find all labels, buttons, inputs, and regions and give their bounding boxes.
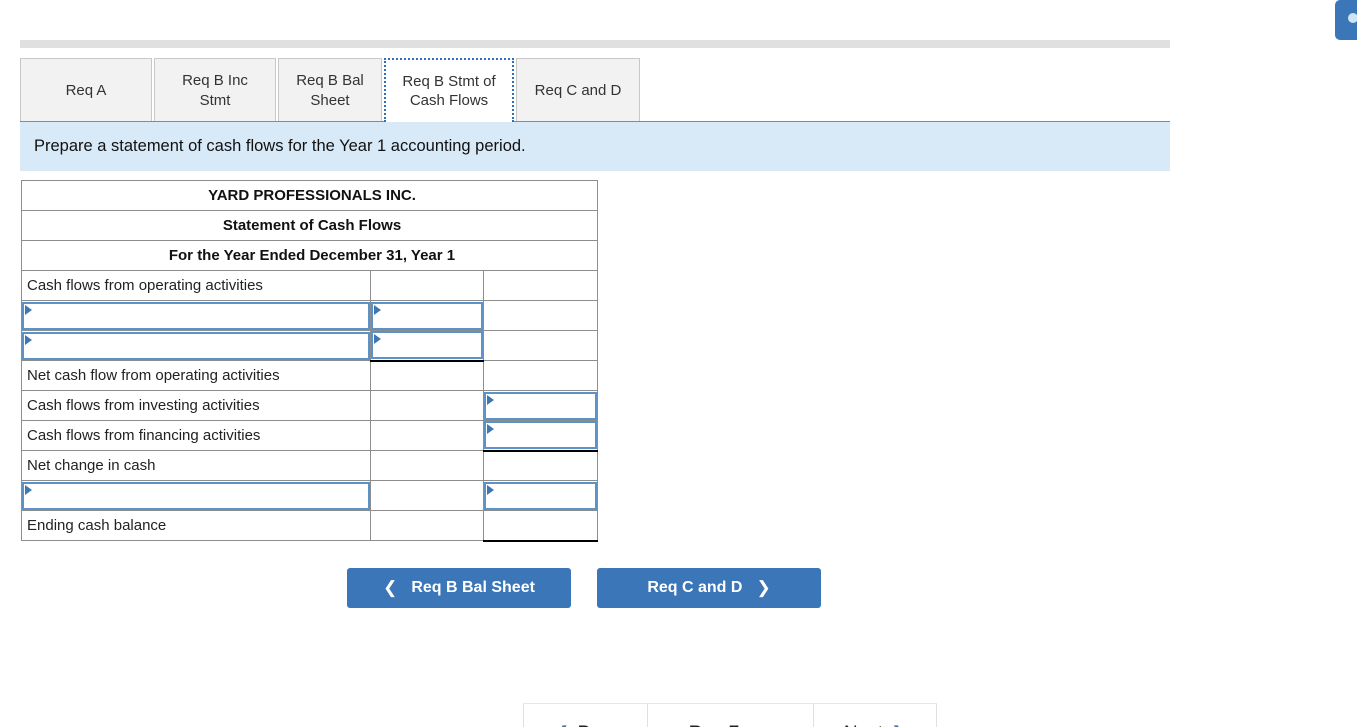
tab-label: Req C and D xyxy=(534,81,622,99)
instruction-text: Prepare a statement of cash flows for th… xyxy=(34,137,526,155)
row-label: Cash flows from investing activities xyxy=(21,390,371,421)
account-select-input[interactable] xyxy=(22,301,370,330)
row-amount-col-a xyxy=(370,420,484,451)
statement-name: Statement of Cash Flows xyxy=(21,210,598,241)
amount-input[interactable] xyxy=(371,331,483,360)
prev-requirement-label: Req B Bal Sheet xyxy=(411,579,535,596)
next-requirement-label: Req C and D xyxy=(647,579,743,596)
dropdown-triangle-icon xyxy=(487,424,494,435)
tab-label: Req A xyxy=(65,81,107,99)
tab-label: Req B Inc Stmt xyxy=(182,72,248,109)
row-amount-col-a xyxy=(370,480,484,511)
pager-current-label: Req 7 xyxy=(689,723,740,727)
row-amount-col-b xyxy=(483,330,598,361)
row-amount-col-b xyxy=(483,450,598,481)
blue-tab-handle[interactable] xyxy=(1335,0,1357,40)
requirement-navigation: ❮ Req B Bal Sheet Req C and D ❯ xyxy=(347,568,821,608)
row-amount-col-a xyxy=(370,510,484,541)
tab-req-a[interactable]: Req A xyxy=(20,58,152,122)
pager-prev-label: Prev xyxy=(578,723,617,727)
amount-input[interactable] xyxy=(371,301,483,330)
row-amount-col-b-cell xyxy=(483,390,598,421)
row-amount-col-a xyxy=(370,360,484,391)
row-label-cell xyxy=(21,300,371,331)
table-row xyxy=(21,480,598,511)
dropdown-triangle-icon xyxy=(374,334,381,345)
sheet-subtitle-row: Statement of Cash Flows xyxy=(21,210,598,241)
row-amount-col-b xyxy=(483,270,598,301)
instruction-banner: Prepare a statement of cash flows for th… xyxy=(20,121,1170,171)
chevron-right-icon: ❯ xyxy=(756,578,771,597)
cash-flow-worksheet: YARD PROFESSIONALS INC. Statement of Cas… xyxy=(21,180,598,542)
table-row: Ending cash balance xyxy=(21,510,598,542)
chevron-left-icon: ❮ xyxy=(383,578,398,597)
dropdown-triangle-icon xyxy=(487,484,494,495)
dropdown-triangle-icon xyxy=(25,334,32,345)
row-label: Ending cash balance xyxy=(21,510,371,541)
row-label: Cash flows from financing activities xyxy=(21,420,371,451)
sheet-title-row: YARD PROFESSIONALS INC. xyxy=(21,180,598,211)
row-amount-col-b xyxy=(483,300,598,331)
top-divider-bar xyxy=(20,40,1170,48)
sheet-period-row: For the Year Ended December 31, Year 1 xyxy=(21,240,598,271)
amount-input[interactable] xyxy=(484,481,597,510)
requirement-tabs: Req A Req B Inc Stmt Req B Bal Sheet Req… xyxy=(20,58,640,122)
amount-input[interactable] xyxy=(484,421,597,450)
bottom-pager: ❮ Prev Req 7 Next ❯ xyxy=(0,703,1357,727)
pager-prev-button[interactable]: ❮ Prev xyxy=(523,703,647,727)
row-amount-col-a-cell xyxy=(370,330,484,362)
table-row: Net cash flow from operating activities xyxy=(21,360,598,391)
blue-tab-handle-dot xyxy=(1348,13,1357,23)
row-label: Net change in cash xyxy=(21,450,371,481)
amount-input[interactable] xyxy=(484,391,597,420)
chevron-left-icon: ❮ xyxy=(554,723,569,727)
table-row: Cash flows from financing activities xyxy=(21,420,598,452)
row-amount-col-b xyxy=(483,360,598,391)
row-amount-col-a xyxy=(370,450,484,481)
table-row xyxy=(21,330,598,362)
tab-req-b-bal-sheet[interactable]: Req B Bal Sheet xyxy=(278,58,382,122)
bottom-pager-inner: ❮ Prev Req 7 Next ❯ xyxy=(523,703,937,727)
account-select-input[interactable] xyxy=(22,331,370,360)
statement-period: For the Year Ended December 31, Year 1 xyxy=(21,240,598,271)
chevron-right-icon: ❯ xyxy=(891,723,906,727)
row-label-cell xyxy=(21,480,371,511)
prev-requirement-button[interactable]: ❮ Req B Bal Sheet xyxy=(347,568,571,608)
account-select-input[interactable] xyxy=(22,481,370,510)
company-name: YARD PROFESSIONALS INC. xyxy=(21,180,598,211)
row-amount-col-a xyxy=(370,270,484,301)
tab-req-c-and-d[interactable]: Req C and D xyxy=(516,58,640,122)
tab-label: Req B Bal Sheet xyxy=(296,72,364,109)
tab-req-b-stmt-of-cash-flows[interactable]: Req B Stmt of Cash Flows xyxy=(384,58,514,122)
row-label: Cash flows from operating activities xyxy=(21,270,371,301)
pager-next-button[interactable]: Next ❯ xyxy=(813,703,937,727)
dropdown-triangle-icon xyxy=(374,304,381,315)
dropdown-triangle-icon xyxy=(487,394,494,405)
tab-label: Req B Stmt of Cash Flows xyxy=(402,72,496,110)
row-amount-col-a-cell xyxy=(370,300,484,331)
row-label-cell xyxy=(21,330,371,361)
tab-req-b-inc-stmt[interactable]: Req B Inc Stmt xyxy=(154,58,276,122)
row-amount-col-b-cell xyxy=(483,420,598,452)
next-requirement-button[interactable]: Req C and D ❯ xyxy=(597,568,821,608)
row-label: Net cash flow from operating activities xyxy=(21,360,371,391)
row-amount-col-b xyxy=(483,510,598,542)
row-amount-col-a xyxy=(370,390,484,421)
dropdown-triangle-icon xyxy=(25,304,32,315)
pager-current-requirement[interactable]: Req 7 xyxy=(647,703,813,727)
row-amount-col-b-cell xyxy=(483,480,598,511)
table-row: Cash flows from investing activities xyxy=(21,390,598,421)
page-root: Req A Req B Inc Stmt Req B Bal Sheet Req… xyxy=(0,0,1357,727)
table-row xyxy=(21,300,598,331)
pager-next-label: Next xyxy=(844,723,883,727)
table-row: Cash flows from operating activities xyxy=(21,270,598,301)
table-row: Net change in cash xyxy=(21,450,598,481)
dropdown-triangle-icon xyxy=(25,484,32,495)
